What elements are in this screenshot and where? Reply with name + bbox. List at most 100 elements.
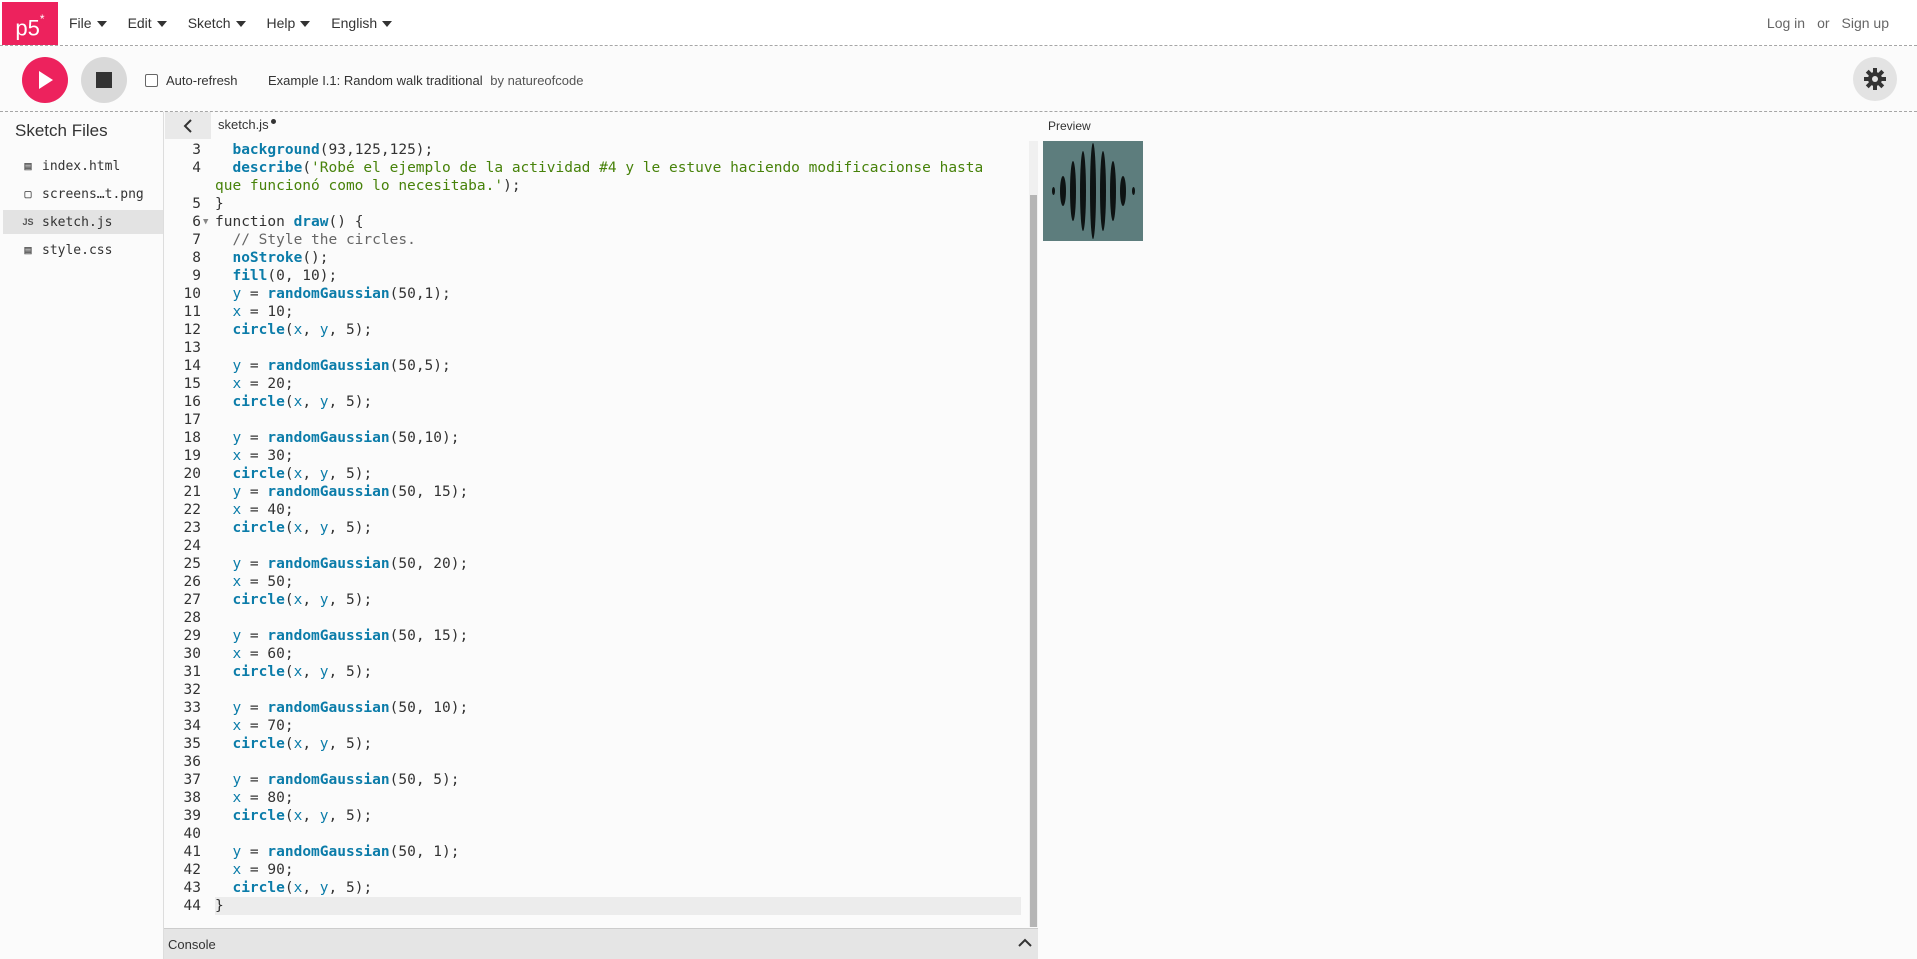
play-button[interactable] bbox=[22, 57, 68, 103]
js-file-icon: JS bbox=[22, 217, 34, 227]
code-line[interactable]: 25 y = randomGaussian(50, 20); bbox=[184, 555, 1021, 573]
fold-arrow-icon[interactable]: ▼ bbox=[203, 213, 208, 231]
line-number: 30 bbox=[183, 646, 201, 662]
preview-blob bbox=[1051, 187, 1055, 195]
code-line[interactable]: 43 circle(x, y, 5); bbox=[184, 879, 1021, 897]
code-line[interactable]: 3 background(93,125,125); bbox=[192, 141, 1021, 159]
code-line[interactable]: 15 x = 20; bbox=[184, 375, 1021, 393]
signup-link[interactable]: Sign up bbox=[1842, 15, 1889, 31]
code-line[interactable]: 28 bbox=[184, 609, 1021, 627]
code-line[interactable]: 31 circle(x, y, 5); bbox=[184, 663, 1021, 681]
code-line[interactable]: 8 noStroke(); bbox=[192, 249, 1021, 267]
html-file-icon: ▤ bbox=[23, 160, 33, 171]
code-line[interactable]: 24 bbox=[184, 537, 1021, 555]
p5-logo[interactable]: p5* bbox=[2, 2, 58, 45]
file-item-sketch-js[interactable]: JS sketch.js bbox=[3, 210, 163, 234]
code-line[interactable]: 14 y = randomGaussian(50,5); bbox=[184, 357, 1021, 375]
code-line[interactable]: 44} bbox=[184, 897, 1021, 915]
line-number: 32 bbox=[183, 682, 201, 698]
project-author[interactable]: by natureofcode bbox=[490, 73, 583, 88]
code-line[interactable]: 21 y = randomGaussian(50, 15); bbox=[184, 483, 1021, 501]
code-editor[interactable]: 3 background(93,125,125); 4 describe('Rob… bbox=[164, 141, 1028, 927]
login-link[interactable]: Log in bbox=[1767, 15, 1805, 31]
code-line[interactable]: 20 circle(x, y, 5); bbox=[184, 465, 1021, 483]
code-line[interactable]: 37 y = randomGaussian(50, 5); bbox=[184, 771, 1021, 789]
tab-label: sketch.js bbox=[218, 117, 269, 132]
code-text: circle(x, y, 5); bbox=[232, 664, 373, 680]
code-line[interactable]: 13 bbox=[184, 339, 1021, 357]
code-line[interactable]: 5} bbox=[192, 195, 1021, 213]
code-text: x = 70; bbox=[232, 718, 294, 734]
code-line[interactable]: 34 x = 70; bbox=[184, 717, 1021, 735]
scrollbar-thumb[interactable] bbox=[1030, 195, 1037, 927]
code-line[interactable]: 7 // Style the circles. bbox=[192, 231, 1021, 249]
file-item-style-css[interactable]: ▤ style.css bbox=[3, 238, 163, 262]
code-line[interactable]: 10 y = randomGaussian(50,1); bbox=[184, 285, 1021, 303]
line-number: 24 bbox=[183, 538, 201, 554]
line-number: 26 bbox=[183, 574, 201, 590]
file-item-index-html[interactable]: ▤ index.html bbox=[3, 154, 163, 178]
code-text: y = randomGaussian(50, 5); bbox=[232, 772, 460, 788]
stop-button[interactable] bbox=[81, 57, 127, 103]
code-text: describe('Robé el ejemplo de la activida… bbox=[232, 160, 984, 176]
tab-sketch-js[interactable]: sketch.js bbox=[218, 117, 276, 132]
code-text: circle(x, y, 5); bbox=[232, 466, 373, 482]
code-text: } bbox=[215, 196, 224, 212]
code-line[interactable]: 11 x = 10; bbox=[184, 303, 1021, 321]
menu-edit[interactable]: Edit bbox=[128, 15, 167, 31]
code-text: y = randomGaussian(50,5); bbox=[232, 358, 451, 374]
preview-label: Preview bbox=[1048, 119, 1091, 133]
code-text: y = randomGaussian(50,10); bbox=[232, 430, 460, 446]
code-line[interactable]: 38 x = 80; bbox=[184, 789, 1021, 807]
line-number: 8 bbox=[192, 250, 201, 266]
code-line[interactable]: 6 ▼ function draw() { bbox=[192, 213, 1021, 231]
code-line[interactable]: 42 x = 90; bbox=[184, 861, 1021, 879]
auto-refresh-toggle[interactable]: Auto-refresh bbox=[145, 73, 238, 88]
code-line[interactable]: 22 x = 40; bbox=[184, 501, 1021, 519]
code-line[interactable]: 9 fill(0, 10); bbox=[192, 267, 1021, 285]
code-line[interactable]: que funcionó como lo necesitaba.'); bbox=[215, 177, 1021, 195]
chevron-down-icon bbox=[96, 20, 107, 27]
preview-blob bbox=[1131, 187, 1135, 195]
code-line[interactable]: 27 circle(x, y, 5); bbox=[184, 591, 1021, 609]
code-line[interactable]: 41 y = randomGaussian(50, 1); bbox=[184, 843, 1021, 861]
code-text: y = randomGaussian(50, 1); bbox=[232, 844, 460, 860]
code-line[interactable]: 26 x = 50; bbox=[184, 573, 1021, 591]
code-line[interactable]: 32 bbox=[184, 681, 1021, 699]
settings-button[interactable] bbox=[1853, 57, 1897, 101]
code-line[interactable]: 40 bbox=[184, 825, 1021, 843]
project-name[interactable]: Example I.1: Random walk traditional bbox=[268, 73, 483, 88]
menu-help[interactable]: Help bbox=[267, 15, 311, 31]
code-text: function draw() { bbox=[215, 214, 364, 230]
file-item-screenshot-png[interactable]: ▢ screens…t.png bbox=[3, 182, 163, 206]
code-line[interactable]: 23 circle(x, y, 5); bbox=[184, 519, 1021, 537]
menu-language[interactable]: English bbox=[331, 15, 393, 31]
file-name: index.html bbox=[42, 158, 121, 174]
code-line[interactable]: 36 bbox=[184, 753, 1021, 771]
line-number: 21 bbox=[183, 484, 201, 500]
line-number: 28 bbox=[183, 610, 201, 626]
auto-refresh-checkbox[interactable] bbox=[145, 74, 158, 87]
play-icon bbox=[39, 71, 53, 89]
code-line[interactable]: 19 x = 30; bbox=[184, 447, 1021, 465]
code-line[interactable]: 29 y = randomGaussian(50, 15); bbox=[184, 627, 1021, 645]
code-line[interactable]: 33 y = randomGaussian(50, 10); bbox=[184, 699, 1021, 717]
editor-scrollbar[interactable] bbox=[1029, 141, 1038, 927]
code-line[interactable]: 16 circle(x, y, 5); bbox=[184, 393, 1021, 411]
code-line[interactable]: 35 circle(x, y, 5); bbox=[184, 735, 1021, 753]
line-number: 43 bbox=[183, 880, 201, 896]
code-line[interactable]: 12 circle(x, y, 5); bbox=[184, 321, 1021, 339]
code-line[interactable]: 30 x = 60; bbox=[184, 645, 1021, 663]
code-text: circle(x, y, 5); bbox=[232, 322, 373, 338]
collapse-sidebar-button[interactable] bbox=[165, 112, 211, 139]
chevron-up-icon[interactable] bbox=[1016, 934, 1034, 952]
code-line[interactable]: 4 describe('Robé el ejemplo de la activi… bbox=[192, 159, 1021, 177]
menu-file[interactable]: File bbox=[69, 15, 107, 31]
code-line[interactable]: 17 bbox=[184, 411, 1021, 429]
code-line[interactable]: 18 y = randomGaussian(50,10); bbox=[184, 429, 1021, 447]
code-lines[interactable]: 3 background(93,125,125); 4 describe('Rob… bbox=[184, 141, 1021, 915]
menu-sketch[interactable]: Sketch bbox=[188, 15, 246, 31]
stop-icon bbox=[96, 72, 112, 88]
line-number: 22 bbox=[183, 502, 201, 518]
code-line[interactable]: 39 circle(x, y, 5); bbox=[184, 807, 1021, 825]
